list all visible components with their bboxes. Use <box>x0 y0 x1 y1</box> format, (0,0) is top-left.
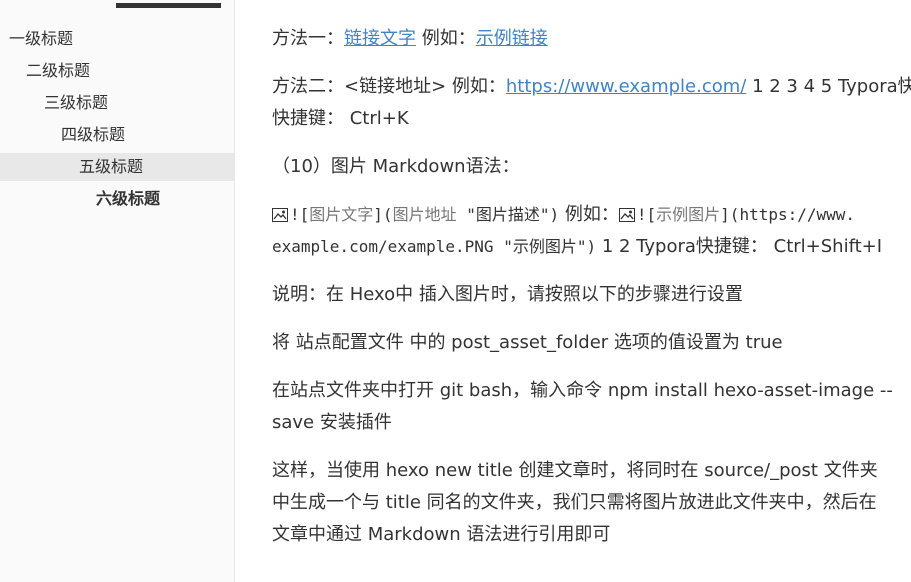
text: 在站点文件夹中打开 git bash，输入命令 npm install hexo… <box>272 380 893 401</box>
paragraph-usage-line2: 中生成一个与 title 同名的文件夹，我们只需将图片放进此文件夹中，然后在 <box>272 488 877 518</box>
toc-item-h6[interactable]: 六级标题 <box>0 185 234 213</box>
example-url-link[interactable]: https://www.example.com/ <box>506 76 746 97</box>
section-heading-image: （10）图片 Markdown语法： <box>272 152 520 182</box>
syntax: "示例图片" <box>503 237 587 256</box>
text: 文章中通过 Markdown 语法进行引用即可 <box>272 524 611 545</box>
text: 说明：在 Hexo中 插入图片时，请按照以下的步骤进行设置 <box>272 284 743 305</box>
text: （10）图片 Markdown语法： <box>272 156 520 177</box>
paragraph-method-two-line2: 快捷键： Ctrl+K <box>272 104 409 134</box>
syntax: ) <box>586 237 597 256</box>
sidebar-scroll-thumb[interactable] <box>116 3 221 8</box>
syntax <box>457 205 467 224</box>
text: 1 2 Typora快捷键： Ctrl+Shift+I <box>596 236 883 257</box>
syntax: ]( <box>720 205 740 224</box>
toc-item-h4[interactable]: 四级标题 <box>0 121 234 149</box>
toc-item-label: 三级标题 <box>44 93 109 112</box>
paragraph-usage: 这样，当使用 hexo new title 创建文章时，将同时在 source/… <box>272 456 878 486</box>
syntax: ! <box>636 205 647 224</box>
image-placeholder-icon <box>618 208 635 222</box>
paragraph-config: 将 站点配置文件 中的 post_asset_folder 选项的值设置为 tr… <box>272 328 783 358</box>
toc-item-h3[interactable]: 三级标题 <box>0 89 234 117</box>
text: 1 2 3 4 5 Typora快捷键：Ctrl+K <box>752 76 911 97</box>
toc-item-label: 一级标题 <box>9 29 74 48</box>
syntax-gray: 图片文字 <box>309 205 374 224</box>
toc-item-label: 六级标题 <box>96 189 161 208</box>
syntax: [ <box>299 205 310 224</box>
text: 方法二：<链接地址> 例如： <box>272 76 506 97</box>
syntax-gray: 图片地址 <box>392 205 457 224</box>
paragraph-method-one: 方法一：链接文字 例如：示例链接 <box>272 24 548 54</box>
toc-item-label: 五级标题 <box>79 157 144 176</box>
paragraph-image-syntax: ![图片文字](图片地址 "图片描述") 例如： ![示例图片](https://… <box>272 200 855 230</box>
text: 方法一： <box>272 28 344 49</box>
paragraph-image-syntax-line2: example.com/example.PNG "示例图片") 1 2 Typo… <box>272 232 882 262</box>
paragraph-usage-line3: 文章中通过 Markdown 语法进行引用即可 <box>272 520 610 550</box>
example-link[interactable]: 示例链接 <box>476 28 548 49</box>
toc-item-label: 四级标题 <box>61 125 126 144</box>
toc-item-h1[interactable]: 一级标题 <box>0 25 234 53</box>
text: 例如： <box>559 204 619 225</box>
syntax: ]( <box>373 205 393 224</box>
text: 中生成一个与 title 同名的文件夹，我们只需将图片放进此文件夹中，然后在 <box>272 492 877 513</box>
toc-item-h2[interactable]: 二级标题 <box>0 57 234 85</box>
syntax <box>494 237 504 256</box>
toc-item-label: 二级标题 <box>26 61 91 80</box>
image-placeholder-icon <box>272 208 288 222</box>
paragraph-method-two: 方法二：<链接地址> 例如：https://www.example.com/ 1… <box>272 72 911 102</box>
syntax-gray: 示例图片 <box>656 205 721 224</box>
syntax: ) <box>549 205 560 224</box>
document-content[interactable]: 方法一：链接文字 例如：示例链接 方法二：<链接地址> 例如：https://w… <box>272 0 911 582</box>
paragraph-install: 在站点文件夹中打开 git bash，输入命令 npm install hexo… <box>272 376 893 406</box>
outline-sidebar: 一级标题 二级标题 三级标题 四级标题 五级标题 六级标题 <box>0 0 235 582</box>
syntax: example.com/example.PNG <box>272 237 494 256</box>
text: 将 站点配置文件 中的 post_asset_folder 选项的值设置为 tr… <box>272 332 783 353</box>
toc-item-h5[interactable]: 五级标题 <box>0 153 234 181</box>
paragraph-hexo-note: 说明：在 Hexo中 插入图片时，请按照以下的步骤进行设置 <box>272 280 743 310</box>
syntax: [ <box>646 205 657 224</box>
link-text[interactable]: 链接文字 <box>344 28 416 49</box>
text: save 安装插件 <box>272 412 392 433</box>
syntax: ! <box>290 205 300 224</box>
syntax: https://www. <box>739 205 856 224</box>
syntax: "图片描述" <box>466 205 550 224</box>
text: 快捷键： Ctrl+K <box>272 108 409 129</box>
paragraph-install-line2: save 安装插件 <box>272 408 392 438</box>
text: 例如： <box>416 28 476 49</box>
text: 这样，当使用 hexo new title 创建文章时，将同时在 source/… <box>272 460 878 481</box>
